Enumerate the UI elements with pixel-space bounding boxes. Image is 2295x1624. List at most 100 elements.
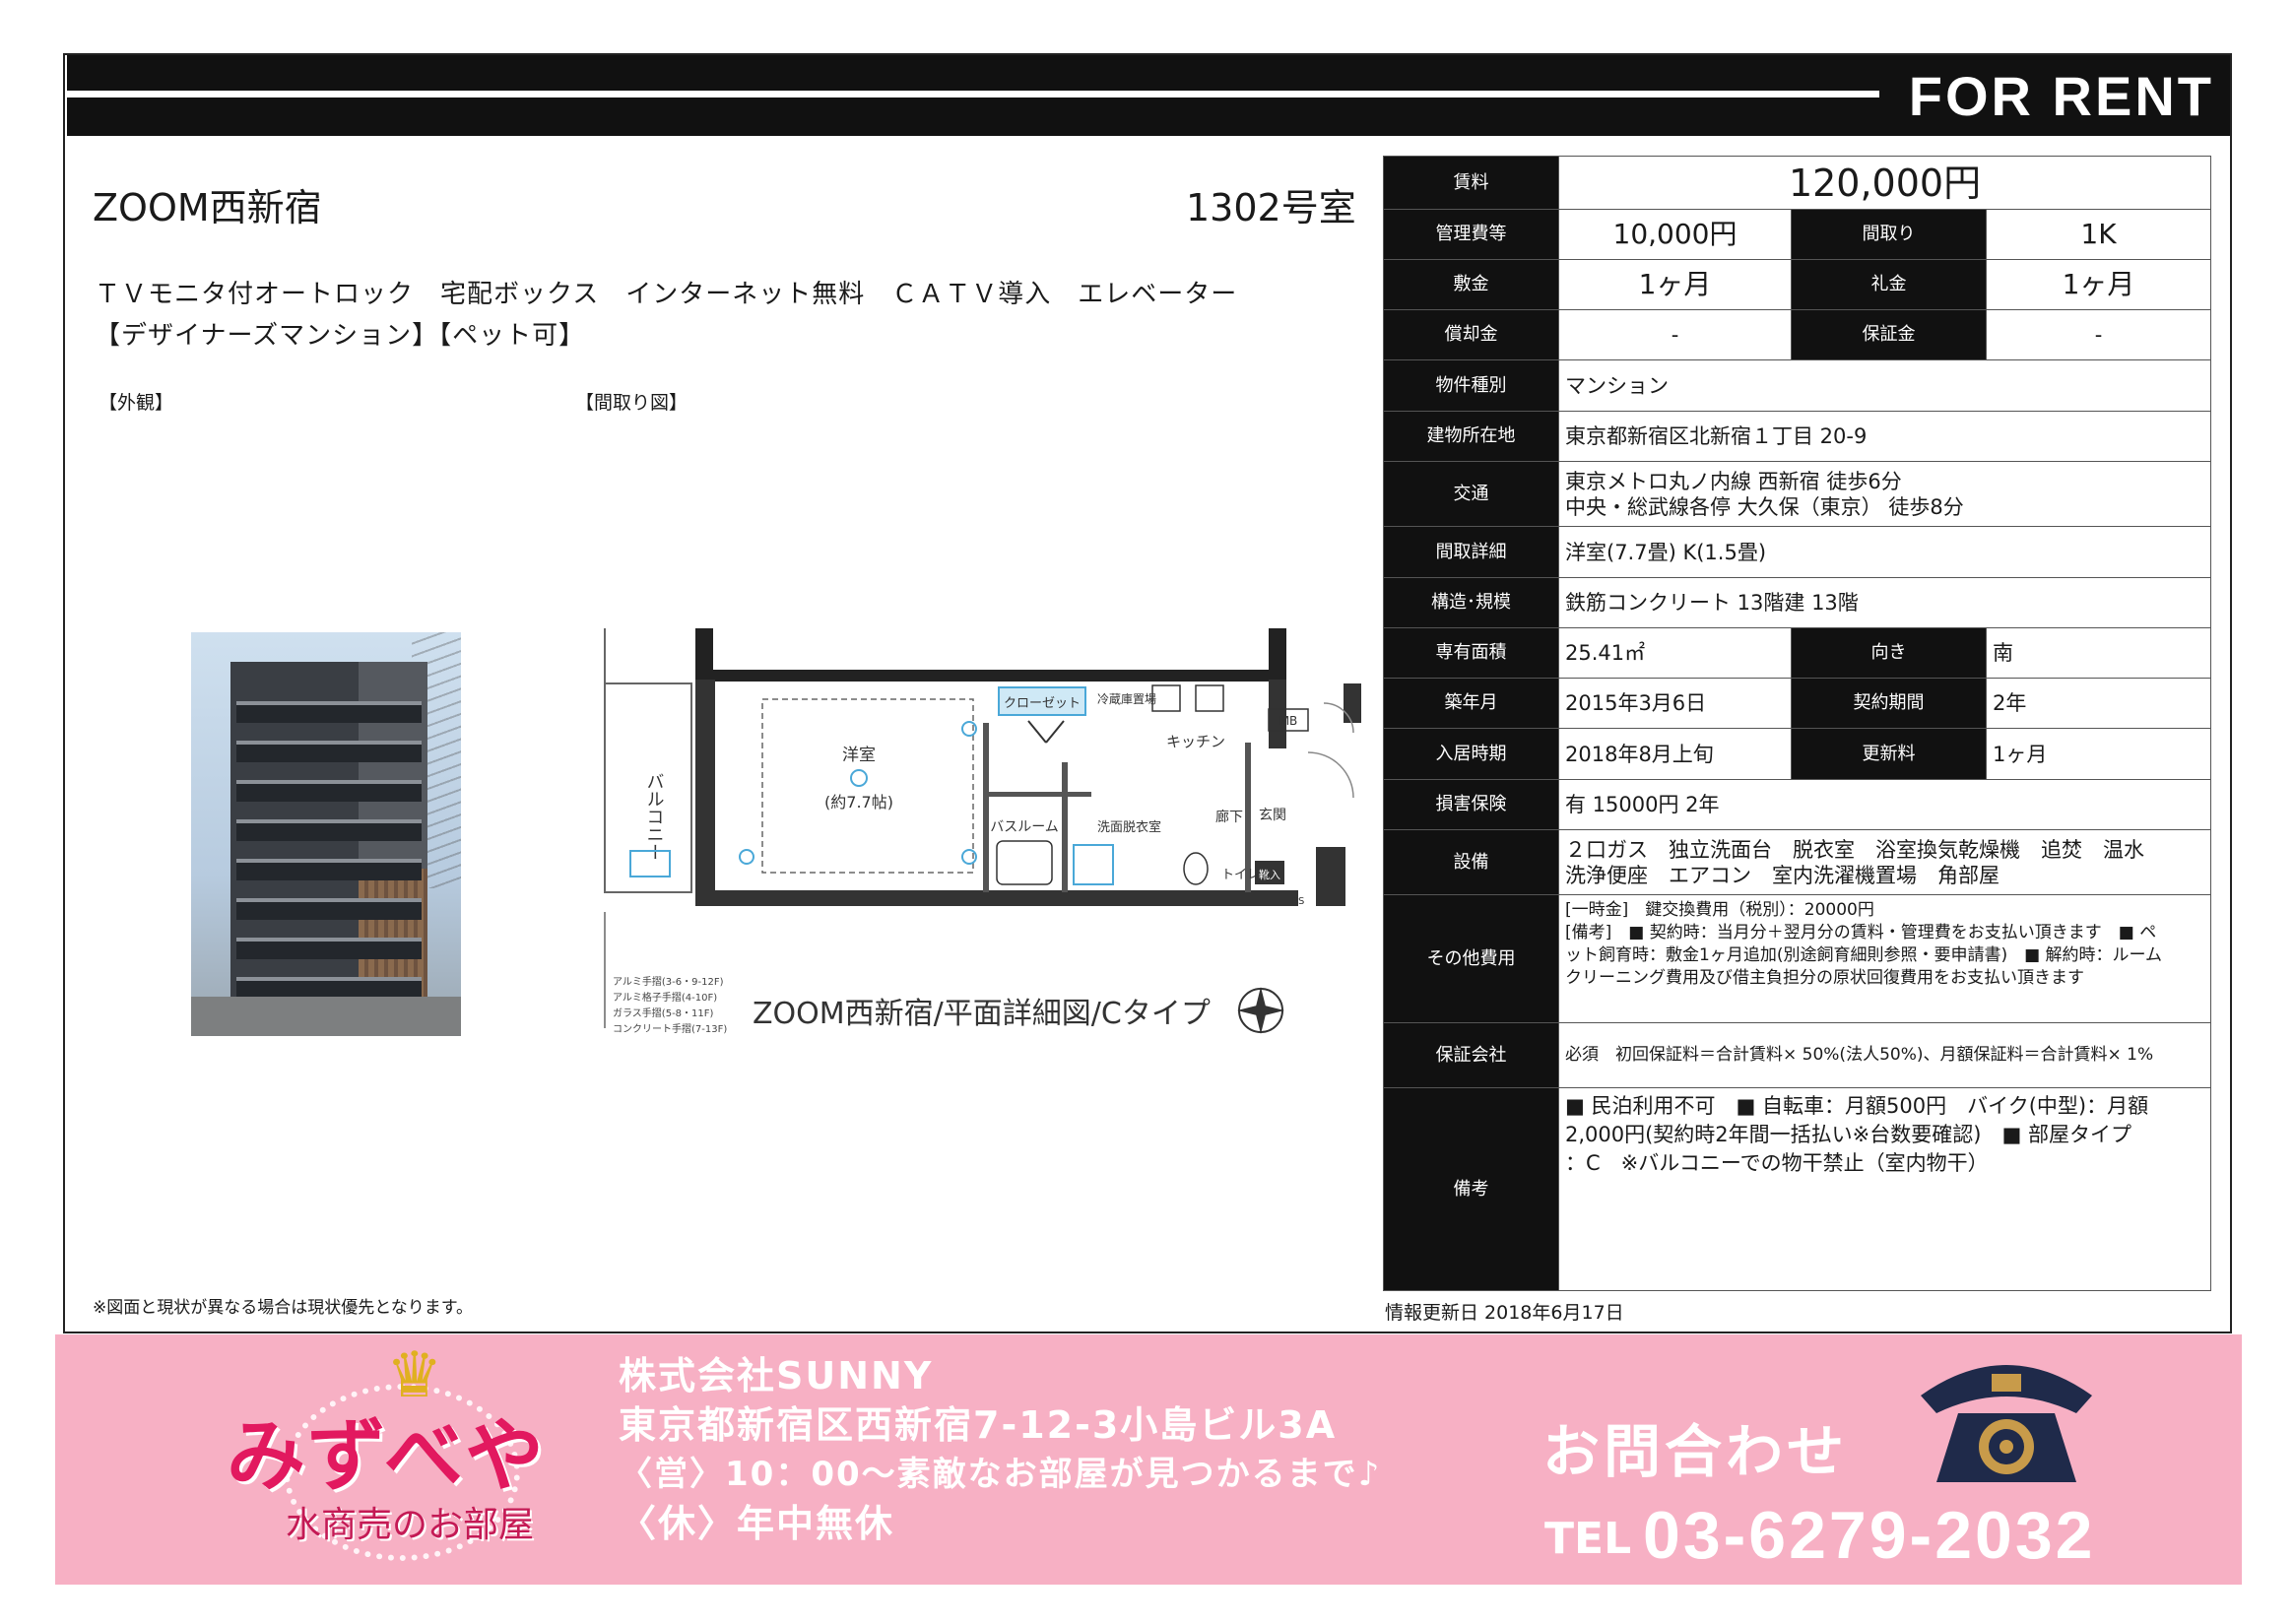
floorplan-label: 【間取り図】 bbox=[575, 392, 688, 414]
rent-value: 120,000円 bbox=[1557, 156, 2212, 210]
holiday-info: 〈休〉年中無休 bbox=[619, 1502, 895, 1545]
area-value: 25.41㎡ bbox=[1558, 627, 1792, 679]
telephone-number[interactable]: 03-6279-2032 bbox=[1643, 1500, 2095, 1571]
row-remarks: 備考 ■ 民泊利用不可 ■ 自転車：月額500円 バイク(中型)：月額 2,00… bbox=[1383, 1087, 2212, 1291]
equipment-label: 設備 bbox=[1383, 829, 1559, 895]
renewal-value: 1ヶ月 bbox=[1985, 728, 2212, 780]
row-amort: 償却金 - 保証金 - bbox=[1383, 309, 2212, 360]
remarks-line-1: ■ 民泊利用不可 ■ 自転車：月額500円 バイク(中型)：月額 bbox=[1565, 1094, 2149, 1118]
row-guarantee-company: 保証会社 必須 初回保証料＝合計賃料× 50%(法人50%)、月額保証料＝合計賃… bbox=[1383, 1022, 2212, 1088]
wall bbox=[713, 670, 1269, 682]
other-fees-line-1: [一時金] 鍵交換費用（税別）：20000円 bbox=[1565, 900, 1874, 920]
insurance-label: 損害保険 bbox=[1383, 779, 1559, 830]
rooms-label: 間取詳細 bbox=[1383, 526, 1559, 578]
row-type: 物件種別 マンション bbox=[1383, 359, 2212, 412]
guarantee-label: 保証金 bbox=[1791, 309, 1987, 360]
wall bbox=[695, 680, 715, 896]
contract-label: 契約期間 bbox=[1791, 678, 1987, 729]
wall bbox=[1344, 683, 1361, 723]
movein-value: 2018年8月上旬 bbox=[1558, 728, 1792, 780]
header-stripe bbox=[67, 91, 1879, 97]
rooms-value: 洋室(7.7畳) K(1.5畳) bbox=[1557, 526, 2212, 578]
toilet-label: トイレ bbox=[1221, 868, 1260, 882]
other-fees-label: その他費用 bbox=[1383, 894, 1559, 1023]
direction-label: 向き bbox=[1791, 627, 1987, 679]
structure-value: 鉄筋コンクリート 13階建 13階 bbox=[1557, 577, 2212, 628]
wall bbox=[695, 628, 713, 682]
guarantee-company-value: 必須 初回保証料＝合計賃料× 50%(法人50%)、月額保証料＝合計賃料× 1% bbox=[1557, 1022, 2212, 1088]
row-other-fees: その他費用 [一時金] 鍵交換費用（税別）：20000円 [備考] ■ 契約時：… bbox=[1383, 894, 2212, 1023]
feature-line-2: 【デザイナーズマンション】【ペット可】 bbox=[95, 321, 586, 351]
transport-line-1: 東京メトロ丸ノ内線 西新宿 徒歩6分 bbox=[1565, 469, 1902, 493]
amort-label: 償却金 bbox=[1383, 309, 1559, 360]
guarantee-value: - bbox=[1985, 309, 2212, 360]
structure-label: 構造･規模 bbox=[1383, 577, 1559, 628]
built-label: 築年月 bbox=[1383, 678, 1559, 729]
logo-text: みずべや bbox=[227, 1410, 546, 1502]
corridor-label: 廊下 bbox=[1215, 809, 1243, 825]
row-address: 建物所在地 東京都新宿区北新宿１丁目 20-9 bbox=[1383, 411, 2212, 462]
deposit-label: 敷金 bbox=[1383, 259, 1559, 310]
fridge-label: 冷蔵庫置場 bbox=[1097, 692, 1156, 706]
tel-prefix: TEL bbox=[1544, 1514, 1632, 1564]
mgmt-value: 10,000円 bbox=[1558, 209, 1792, 260]
kitchen-label: キッチン bbox=[1166, 733, 1225, 750]
rail-legend-2: アルミ格子手摺(4-10F) bbox=[613, 991, 717, 1004]
row-area: 専有面積 25.41㎡ 向き 南 bbox=[1383, 627, 2212, 679]
entrance-label: 玄関 bbox=[1259, 807, 1286, 823]
address-value: 東京都新宿区北新宿１丁目 20-9 bbox=[1557, 411, 2212, 462]
updated-date: 情報更新日 2018年6月17日 bbox=[1385, 1302, 1624, 1324]
layout-value: 1K bbox=[1985, 209, 2212, 260]
remarks-label: 備考 bbox=[1383, 1087, 1559, 1291]
movein-label: 入居時期 bbox=[1383, 728, 1559, 780]
contract-value: 2年 bbox=[1985, 678, 2212, 729]
insurance-value: 有 15000円 2年 bbox=[1557, 779, 2212, 830]
transport-line-2: 中央・総武線各停 大久保（東京） 徒歩8分 bbox=[1565, 494, 1964, 519]
mgmt-label: 管理費等 bbox=[1383, 209, 1559, 260]
wall bbox=[695, 890, 1298, 906]
guarantee-company-label: 保証会社 bbox=[1383, 1022, 1559, 1088]
layout-label: 間取り bbox=[1791, 209, 1987, 260]
feature-line-1: ＴＶモニタ付オートロック 宅配ボックス インターネット無料 ＣＡＴＶ導入 エレベ… bbox=[95, 280, 1238, 309]
transport-label: 交通 bbox=[1383, 461, 1559, 527]
mb-label: MB bbox=[1279, 714, 1298, 728]
agency-footer: ♛ みずべや 水商売のお部屋 株式会社SUNNY 東京都新宿区西新宿7-12-3… bbox=[55, 1334, 2242, 1585]
floor-plan: バルコニー 洋室 (約7.7帖) クローゼット 冷蔵庫置場 キッチン 廊下 玄関… bbox=[604, 628, 1361, 1035]
row-movein: 入居時期 2018年8月上旬 更新料 1ヶ月 bbox=[1383, 728, 2212, 780]
telephone-icon bbox=[1921, 1365, 2092, 1482]
rail-legend-4: コンクリート手摺(7-13F) bbox=[613, 1022, 727, 1035]
address-label: 建物所在地 bbox=[1383, 411, 1559, 462]
keymoney-value: 1ヶ月 bbox=[1985, 259, 2212, 310]
renewal-label: 更新料 bbox=[1791, 728, 1987, 780]
floorplan-caption: ZOOM西新宿/平面詳細図/Cタイプ bbox=[753, 997, 1211, 1031]
agency-logo: ♛ みずべや 水商売のお部屋 bbox=[136, 1340, 569, 1577]
crown-icon: ♛ bbox=[386, 1339, 443, 1412]
ps-label: PS bbox=[1292, 896, 1304, 907]
room-number: 1302号室 bbox=[1186, 186, 1356, 229]
equipment-line-1: ２口ガス 独立洗面台 脱衣室 浴室換気乾燥機 追焚 温水 bbox=[1565, 837, 2144, 862]
exterior-photo bbox=[191, 632, 461, 1036]
row-structure: 構造･規模 鉄筋コンクリート 13階建 13階 bbox=[1383, 577, 2212, 628]
row-transport: 交通 東京メトロ丸ノ内線 西新宿 徒歩6分 中央・総武線各停 大久保（東京） 徒… bbox=[1383, 461, 2212, 527]
type-label: 物件種別 bbox=[1383, 359, 1559, 412]
equipment-line-2: 洗浄便座 エアコン 室内洗濯機置場 角部屋 bbox=[1565, 863, 2000, 887]
type-value: マンション bbox=[1557, 359, 2212, 412]
remarks-line-2: 2,000円(契約時2年間一括払い※台数要確認) ■ 部屋タイプ bbox=[1565, 1123, 2131, 1146]
feature-list: ＴＶモニタ付オートロック 宅配ボックス インターネット無料 ＣＡＴＶ導入 エレベ… bbox=[95, 274, 1237, 357]
deposit-value: 1ヶ月 bbox=[1558, 259, 1792, 310]
bath-label: バスルーム bbox=[990, 819, 1059, 835]
row-rent: 賃料 120,000円 bbox=[1383, 156, 2212, 210]
washroom-label: 洗面脱衣室 bbox=[1097, 819, 1161, 835]
wall bbox=[1316, 847, 1345, 906]
company-name: 株式会社SUNNY bbox=[619, 1354, 934, 1397]
rail-legend-1: アルミ手摺(3-6・9-12F) bbox=[613, 975, 724, 988]
row-mgmt: 管理費等 10,000円 間取り 1K bbox=[1383, 209, 2212, 260]
shoe-box-label: 靴入 bbox=[1259, 868, 1280, 881]
disclaimer-note: ※図面と現状が異なる場合は現状優先となります。 bbox=[93, 1298, 474, 1318]
western-room-label: 洋室 bbox=[842, 746, 876, 765]
row-deposit: 敷金 1ヶ月 礼金 1ヶ月 bbox=[1383, 259, 2212, 310]
exterior-label: 【外観】 bbox=[98, 392, 174, 414]
company-address: 東京都新宿区西新宿7-12-3小島ビル3A bbox=[619, 1403, 1338, 1447]
other-fees-line-3: ット飼育時：敷金1ヶ月追加(別途飼育細則参照・要申請書) ■ 解約時：ルーム bbox=[1565, 945, 2163, 965]
row-equipment: 設備 ２口ガス 独立洗面台 脱衣室 浴室換気乾燥機 追焚 温水 洗浄便座 エアコ… bbox=[1383, 829, 2212, 895]
